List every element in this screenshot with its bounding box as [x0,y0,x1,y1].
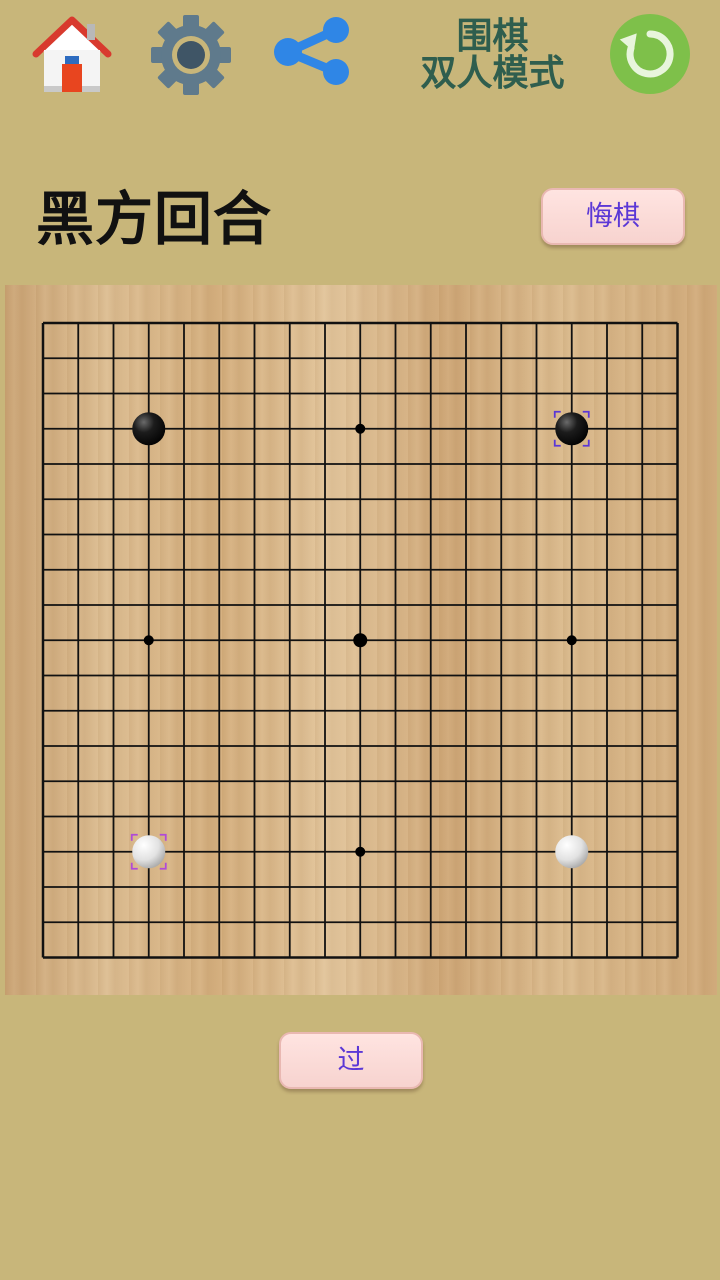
white-stone [132,835,166,869]
black-stone [555,412,589,446]
last-move-marker [553,410,561,418]
white-stone [555,835,589,869]
last-move-marker [130,862,138,870]
last-move-marker [159,862,167,870]
last-move-marker [582,410,590,418]
star-point [355,846,366,857]
star-point [353,633,368,648]
restart-icon[interactable] [610,14,690,94]
turn-indicator: 黑方回合 [36,185,273,253]
board-grid[interactable] [5,285,717,995]
star-point [143,635,154,646]
star-point [566,635,577,646]
last-move-marker [130,833,138,841]
last-move-marker [582,439,590,447]
top-toolbar: 围棋 双人模式 [0,0,720,110]
gear-icon[interactable] [150,14,232,96]
share-icon[interactable] [272,16,354,88]
undo-button[interactable]: 悔棋 [541,188,685,245]
last-move-marker [553,439,561,447]
last-move-marker [159,833,167,841]
star-point [355,423,366,434]
app-title-line2: 双人模式 [420,53,565,94]
app-title: 围棋 双人模式 [405,18,580,92]
pass-button[interactable]: 过 [279,1032,423,1089]
black-stone [132,412,166,446]
home-icon[interactable] [32,14,112,96]
go-board[interactable] [5,285,717,995]
app-title-line1: 围棋 [456,16,529,57]
